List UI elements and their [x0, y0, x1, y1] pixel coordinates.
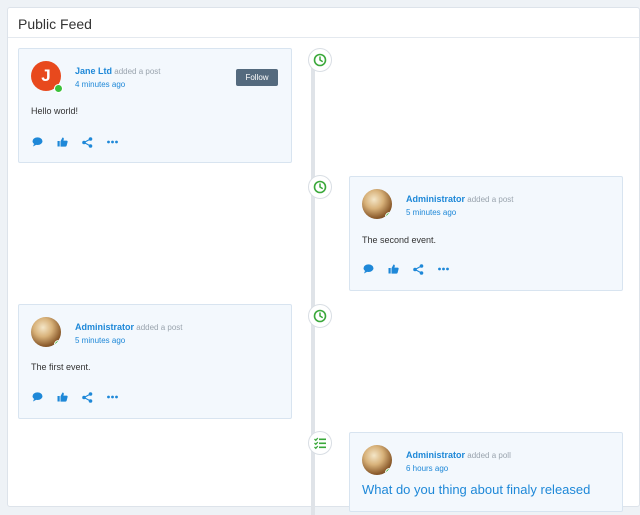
timeline-marker-clock-icon	[308, 175, 332, 199]
post-actions	[362, 263, 450, 275]
post-text: The first event.	[31, 362, 91, 372]
feed-card: J Jane Ltd added a post 4 minutes ago Fo…	[18, 48, 292, 163]
feed-card: Administrator added a post 5 minutes ago…	[349, 176, 623, 291]
avatar[interactable]	[31, 317, 61, 347]
author-link[interactable]: Administrator	[406, 194, 465, 204]
avatar-initial: J	[41, 66, 51, 85]
online-status-dot	[54, 340, 61, 347]
more-icon[interactable]	[437, 263, 450, 275]
timeline-marker-clock-icon	[308, 48, 332, 72]
timestamp-link[interactable]: 4 minutes ago	[75, 78, 161, 91]
share-icon[interactable]	[81, 136, 94, 148]
avatar[interactable]	[362, 445, 392, 475]
timestamp-link[interactable]: 5 minutes ago	[75, 334, 183, 347]
action-text: added a post	[114, 67, 161, 76]
share-icon[interactable]	[412, 263, 425, 275]
share-icon[interactable]	[81, 391, 94, 403]
timestamp-link[interactable]: 5 minutes ago	[406, 206, 514, 219]
feed-card: Administrator added a post 5 minutes ago…	[18, 304, 292, 419]
like-icon[interactable]	[56, 391, 69, 403]
timeline-marker-clock-icon	[308, 304, 332, 328]
clock-icon	[313, 309, 327, 323]
more-icon[interactable]	[106, 136, 119, 148]
like-icon[interactable]	[56, 136, 69, 148]
checklist-icon	[314, 437, 326, 450]
author-link[interactable]: Administrator	[75, 322, 134, 332]
post-text: Hello world!	[31, 106, 79, 116]
clock-icon	[313, 180, 327, 194]
avatar[interactable]	[362, 189, 392, 219]
follow-button[interactable]: Follow	[236, 69, 278, 86]
feed-card: Administrator added a poll 6 hours ago	[349, 432, 623, 512]
author-link[interactable]: Administrator	[406, 450, 465, 460]
like-icon[interactable]	[387, 263, 400, 275]
comment-icon[interactable]	[31, 391, 44, 403]
action-text: added a poll	[467, 451, 511, 460]
more-icon[interactable]	[106, 391, 119, 403]
comment-icon[interactable]	[362, 263, 375, 275]
timestamp-link[interactable]: 6 hours ago	[406, 462, 511, 475]
avatar[interactable]: J	[31, 61, 63, 93]
author-link[interactable]: Jane Ltd	[75, 66, 112, 76]
post-actions	[31, 391, 119, 403]
panel-title: Public Feed	[8, 8, 639, 38]
online-status-dot	[385, 468, 392, 475]
online-status-dot	[385, 212, 392, 219]
comment-icon[interactable]	[31, 136, 44, 148]
action-text: added a post	[467, 195, 514, 204]
timeline-marker-checklist-icon	[308, 431, 332, 455]
action-text: added a post	[136, 323, 183, 332]
poll-question-link[interactable]: What do you thing about finaly released	[362, 482, 590, 497]
clock-icon	[313, 53, 327, 67]
post-text: The second event.	[362, 235, 437, 245]
online-status-dot	[54, 84, 63, 93]
post-actions	[31, 136, 119, 148]
